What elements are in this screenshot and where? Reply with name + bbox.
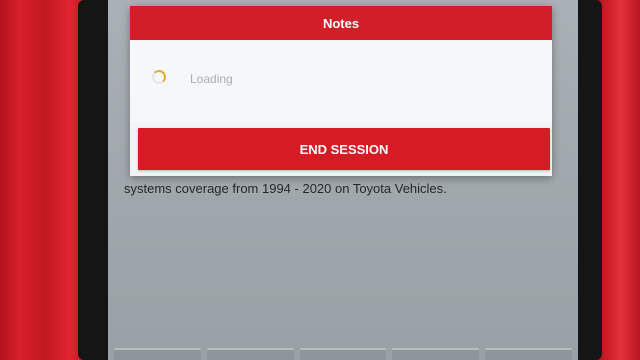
bottom-key-2[interactable] bbox=[206, 348, 294, 360]
bottom-key-3[interactable] bbox=[299, 348, 387, 360]
bottom-key-1[interactable] bbox=[114, 348, 201, 360]
loading-spinner-icon bbox=[152, 70, 166, 84]
bottom-key-4[interactable] bbox=[392, 348, 480, 360]
dialog-title: Notes bbox=[322, 15, 360, 31]
bottom-button-bar bbox=[108, 348, 578, 360]
bottom-key-5[interactable] bbox=[485, 348, 572, 360]
dialog-body: Loading bbox=[130, 40, 552, 122]
notes-dialog: Notes Loading END SESSION bbox=[130, 6, 552, 176]
dialog-header: Notes bbox=[130, 6, 552, 40]
end-session-button[interactable]: END SESSION bbox=[138, 128, 550, 170]
coverage-description: systems coverage from 1994 - 2020 on Toy… bbox=[124, 181, 447, 196]
loading-text: Loading bbox=[190, 72, 233, 86]
